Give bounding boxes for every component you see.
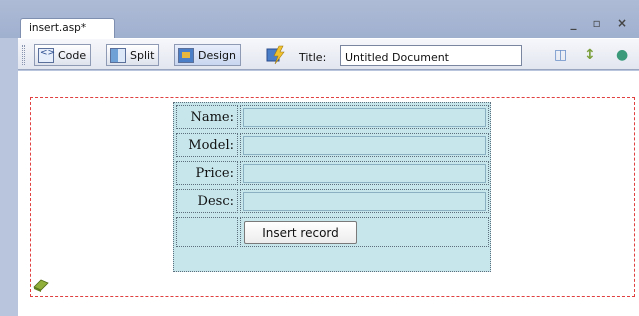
document-toolbar: Code Split Design Title: ◫ ↕ ● [18,38,639,70]
price-label: Price: [176,161,238,185]
dreamweaver-window: insert.asp* _ ▫ × Code Split Design Titl… [0,0,639,316]
globe-icon[interactable]: ● [616,47,628,63]
server-behavior-marker-icon[interactable] [32,278,50,292]
insert-record-button[interactable]: Insert record [244,221,357,244]
desc-field[interactable] [243,192,486,211]
title-label: Title: [299,51,327,64]
model-label: Model: [176,133,238,157]
price-cell [240,161,489,185]
model-field[interactable] [243,136,486,155]
model-cell [240,133,489,157]
insert-form-table: Name: Model: Price: Desc: Insert record [173,102,491,272]
form-row-submit: Insert record [174,215,492,251]
form-row-name: Name: [174,103,492,131]
name-field[interactable] [243,108,486,127]
design-view-button[interactable]: Design [174,44,241,66]
empty-label-cell [176,217,238,247]
code-icon [38,47,55,63]
sort-icon[interactable]: ↕ [584,47,596,63]
document-tab-strip: insert.asp* _ ▫ × [0,0,639,38]
design-canvas[interactable]: Name: Model: Price: Desc: Insert record [18,71,639,316]
name-cell [240,105,489,129]
split-view-label: Split [130,48,155,62]
live-data-icon[interactable] [265,45,287,65]
split-icon [110,47,126,63]
code-view-label: Code [58,48,87,62]
form-row-desc: Desc: [174,187,492,215]
submit-cell: Insert record [240,217,489,247]
split-view-button[interactable]: Split [106,44,160,66]
price-field[interactable] [243,164,486,183]
tab-insert-asp[interactable]: insert.asp* [20,18,115,38]
desc-label: Desc: [176,189,238,213]
desc-cell [240,189,489,213]
design-view-label: Design [198,48,236,62]
form-row-model: Model: [174,131,492,159]
toolbar-grip[interactable] [22,45,25,65]
document-title-input[interactable] [340,45,522,66]
window-controls[interactable]: _ ▫ × [570,16,633,30]
name-label: Name: [176,105,238,129]
design-icon [178,47,194,63]
form-row-price: Price: [174,159,492,187]
code-view-button[interactable]: Code [34,44,92,66]
validate-icon[interactable]: ◫ [554,47,567,63]
